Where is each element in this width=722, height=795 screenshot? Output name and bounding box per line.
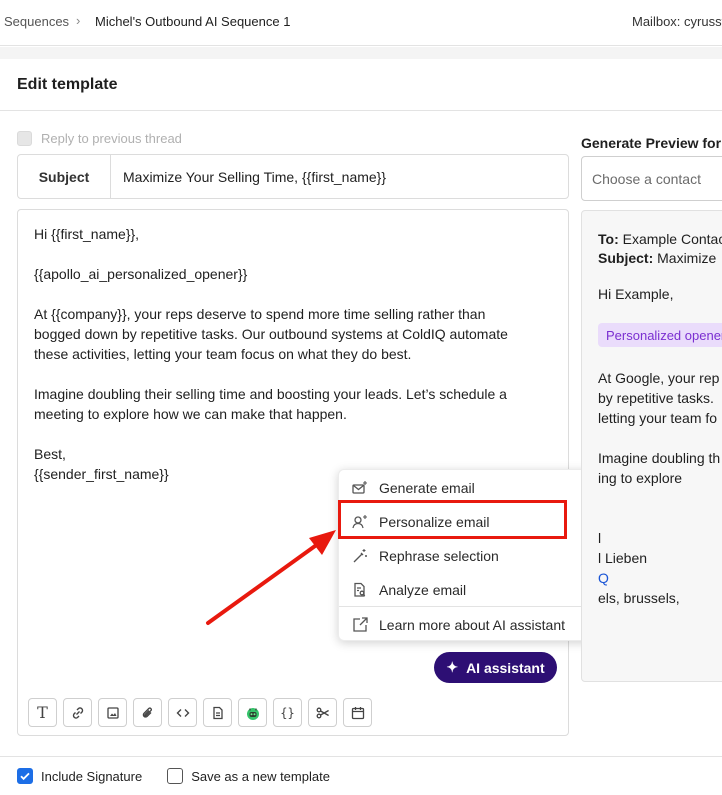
chevron-right-icon: › [76,13,81,28]
ai-assistant-label: AI assistant [466,659,545,676]
body-paragraph-1-line-2: bogged down by repetitive tasks. Our out… [34,326,508,342]
subject-input[interactable]: Maximize Your Selling Time, {{first_name… [111,155,386,198]
robot-button[interactable] [238,698,267,727]
snippet-button[interactable] [308,698,337,727]
preview-to: To: Example Contac [598,229,722,249]
document-search-icon [351,581,369,599]
preview-p2-line-1: Imagine doubling th [598,450,721,466]
preview-title: Generate Preview for [581,135,722,151]
body-paragraph-1-line-1: At {{company}}, your reps deserve to spe… [34,306,486,322]
document-icon [212,706,223,719]
image-icon [106,706,119,719]
choose-contact-select[interactable]: Choose a contact [581,156,722,201]
preview-subject-label: Subject: [598,250,654,266]
text-format-icon: T [37,703,48,722]
preview-sig-line-1: l [598,530,602,546]
preview-p1-line-3: letting your team fo [598,410,718,426]
save-template-label: Save as a new template [191,768,330,784]
preview-card: To: Example Contac Subject: Maximize Hi … [581,210,722,682]
preview-sig-line-4: els, brussels, [598,590,680,606]
footer-options: Include Signature Save as a new template [17,768,330,784]
preview-to-value: Example Contac [622,231,722,247]
mail-sparkle-icon [351,479,369,497]
text-format-button[interactable]: T [28,698,57,727]
subject-label: Subject [18,155,111,198]
checkmark-icon [20,772,30,781]
preview-greeting: Hi Example, [598,286,674,302]
insert-code-button[interactable] [168,698,197,727]
save-template-checkbox[interactable] [167,768,184,784]
preview-p1-line-1: At Google, your rep [598,370,720,386]
body-paragraph-1-line-3: these activities, letting your team focu… [34,346,412,362]
insert-variable-button[interactable]: {} [273,698,302,727]
insert-document-button[interactable] [203,698,232,727]
magic-wand-icon [351,547,369,565]
preview-p2-line-2: ing to explore [598,470,683,486]
link-icon [72,706,83,719]
code-icon [176,708,189,717]
variables-icon: {} [280,705,295,720]
breadcrumb-current: Michel's Outbound AI Sequence 1 [95,14,291,29]
top-bar: Sequences › Michel's Outbound AI Sequenc… [0,0,722,46]
menu-item-label: Generate email [379,480,475,496]
email-body-text[interactable]: Hi {{first_name}}, {{apollo_ai_personali… [34,224,544,484]
body-paragraph-1: At {{company}}, your reps deserve to spe… [34,304,544,364]
breadcrumb-sequences[interactable]: Sequences [4,14,69,29]
include-signature-label: Include Signature [41,768,143,784]
insert-link-button[interactable] [63,698,92,727]
personalized-opener-badge: Personalized opener [598,323,722,347]
editor-toolbar: T {} [28,698,378,727]
body-signoff-text: Best, [34,446,66,462]
header-divider-strip [0,47,722,59]
body-paragraph-2: Imagine doubling their selling time and … [34,384,544,424]
attachment-icon [142,706,152,718]
ai-assistant-button[interactable]: ✦ AI assistant [434,652,557,683]
body-paragraph-2-line-2: meeting to explore how we can make that … [34,406,347,422]
preview-subject-value: Maximize [657,250,717,266]
annotation-highlight-box [338,500,567,539]
preview-sig-line-2: l Lieben [598,550,648,566]
page-title: Edit template [17,76,118,93]
menu-item-label: Rephrase selection [379,548,499,564]
reply-to-previous-checkbox[interactable] [17,130,32,146]
footer-divider [0,756,722,757]
body-signature-variable: {{sender_first_name}} [34,466,169,482]
calendar-icon [351,706,364,719]
mailbox-label[interactable]: Mailbox: cyrusst [632,14,722,29]
preview-p1-line-2: by repetitive tasks. [598,390,714,406]
preview-sig-line-3: Q [598,570,609,586]
body-paragraph-2-line-1: Imagine doubling their selling time and … [34,386,507,402]
external-link-icon [351,616,369,634]
preview-to-label: To: [598,231,619,247]
include-signature-checkbox[interactable] [17,768,33,784]
attach-file-button[interactable] [133,698,162,727]
title-divider [0,110,722,111]
schedule-button[interactable] [343,698,372,727]
subject-field: Subject Maximize Your Selling Time, {{fi… [17,154,569,199]
sparkle-icon: ✦ [446,659,459,675]
reply-to-previous-label: Reply to previous thread [41,130,182,146]
preview-subject: Subject: Maximize [598,248,716,268]
menu-item-label: Learn more about AI assistant [379,617,565,633]
robot-icon [246,707,259,720]
body-opener-variable: {{apollo_ai_personalized_opener}} [34,266,248,282]
menu-item-label: Analyze email [379,582,467,598]
body-greeting: Hi {{first_name}}, [34,226,140,242]
scissors-icon [316,707,329,718]
reply-to-previous-row[interactable]: Reply to previous thread [17,129,182,147]
insert-image-button[interactable] [98,698,127,727]
